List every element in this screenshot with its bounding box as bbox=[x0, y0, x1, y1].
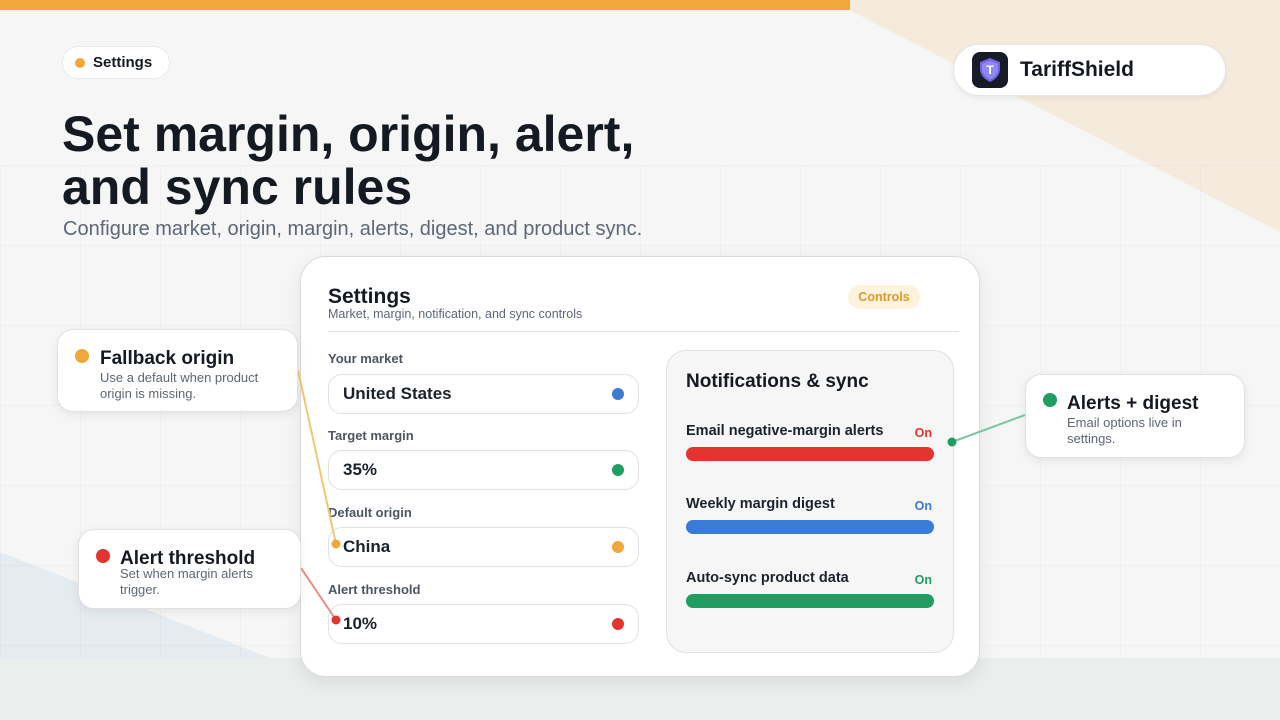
shield-t-logo-icon: T bbox=[972, 52, 1008, 88]
page-title: Set margin, origin, alert, and sync rule… bbox=[62, 108, 762, 214]
target-margin-label: Target margin bbox=[328, 428, 414, 443]
default-origin-select[interactable]: China bbox=[328, 527, 639, 567]
default-origin-value: China bbox=[343, 537, 391, 556]
orange-dot-icon bbox=[612, 541, 624, 553]
alert-threshold-input[interactable]: 10% bbox=[328, 604, 639, 644]
auto-sync-bar bbox=[686, 594, 934, 608]
controls-badge: Controls bbox=[848, 285, 920, 309]
page-subtitle: Configure market, origin, margin, alerts… bbox=[63, 218, 643, 240]
market-value: United States bbox=[343, 384, 452, 403]
settings-card: Settings Market, margin, notification, a… bbox=[300, 256, 980, 677]
email-alerts-label: Email negative-margin alerts bbox=[686, 423, 884, 439]
notifications-panel: Notifications & sync Email negative-marg… bbox=[666, 350, 954, 653]
market-select[interactable]: United States bbox=[328, 374, 639, 414]
alerts-digest-text: Email options live in settings. bbox=[1067, 415, 1182, 446]
green-dot-icon bbox=[1043, 393, 1057, 407]
red-dot-icon bbox=[612, 618, 624, 630]
alert-threshold-callout: Alert threshold Set when margin alerts t… bbox=[78, 529, 301, 609]
settings-card-title: Settings bbox=[328, 285, 411, 308]
brand-logo-letter: T bbox=[986, 63, 994, 77]
target-margin-value: 35% bbox=[343, 460, 378, 479]
blue-dot-icon bbox=[612, 388, 624, 400]
default-origin-label: Default origin bbox=[328, 505, 412, 520]
section-tag: Settings bbox=[62, 46, 171, 79]
brand-name: TariffShield bbox=[1020, 58, 1134, 81]
green-dot-icon bbox=[612, 464, 624, 476]
weekly-digest-toggle[interactable]: Weekly margin digest On bbox=[686, 496, 934, 534]
notifications-title: Notifications & sync bbox=[686, 371, 869, 392]
fallback-origin-callout: Fallback origin Use a default when produ… bbox=[57, 329, 298, 412]
email-alerts-bar bbox=[686, 447, 934, 461]
fallback-origin-text: Use a default when product origin is mis… bbox=[100, 370, 259, 401]
settings-card-subtitle: Market, margin, notification, and sync c… bbox=[328, 307, 583, 321]
auto-sync-label: Auto-sync product data bbox=[686, 570, 849, 586]
page-title-line-1: Set margin, origin, alert, bbox=[62, 106, 635, 162]
market-label: Your market bbox=[328, 351, 403, 366]
page-title-line-2: and sync rules bbox=[62, 159, 413, 215]
weekly-digest-state: On bbox=[914, 499, 932, 513]
alerts-digest-callout: Alerts + digest Email options live in se… bbox=[1025, 374, 1245, 458]
orange-dot-icon bbox=[75, 57, 85, 68]
weekly-digest-label: Weekly margin digest bbox=[686, 496, 835, 512]
auto-sync-toggle[interactable]: Auto-sync product data On bbox=[686, 570, 934, 608]
card-divider bbox=[328, 331, 959, 332]
alert-threshold-value: 10% bbox=[343, 614, 378, 633]
section-tag-label: Settings bbox=[93, 54, 153, 71]
alerts-digest-title: Alerts + digest bbox=[1067, 393, 1199, 414]
red-dot-icon bbox=[96, 549, 110, 563]
email-alerts-state: On bbox=[914, 426, 932, 440]
brand-pill: T TariffShield bbox=[953, 44, 1226, 96]
weekly-digest-bar bbox=[686, 520, 934, 534]
auto-sync-state: On bbox=[914, 573, 932, 587]
email-alerts-toggle[interactable]: Email negative-margin alerts On bbox=[686, 423, 934, 461]
fallback-origin-title: Fallback origin bbox=[100, 348, 235, 369]
alert-threshold-text: Set when margin alerts trigger. bbox=[120, 566, 253, 597]
orange-dot-icon bbox=[75, 349, 89, 363]
top-accent-bar bbox=[0, 0, 850, 10]
target-margin-input[interactable]: 35% bbox=[328, 450, 639, 490]
alert-threshold-label: Alert threshold bbox=[328, 582, 421, 597]
